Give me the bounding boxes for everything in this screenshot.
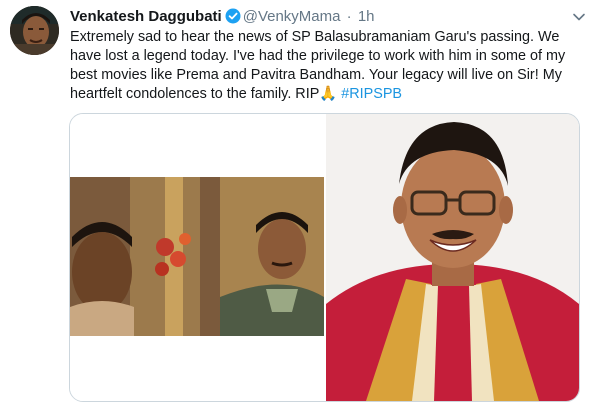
verified-badge-icon bbox=[225, 8, 241, 29]
hashtag-link[interactable]: #RIPSPB bbox=[341, 86, 402, 102]
film-still-image bbox=[70, 177, 324, 336]
author-name[interactable]: Venkatesh Daggubati bbox=[70, 8, 222, 25]
author-handle[interactable]: @VenkyMama bbox=[243, 8, 341, 25]
folded-hands-emoji: 🙏 bbox=[319, 86, 338, 102]
header-separator: · bbox=[346, 8, 352, 25]
tweet-text-main: Extremely sad to hear the news of SP Bal… bbox=[70, 29, 566, 102]
media-photo-portrait[interactable] bbox=[326, 114, 579, 401]
tweet-header: Venkatesh Daggubati @VenkyMama · 1h bbox=[70, 8, 375, 29]
tweet-timestamp[interactable]: 1h bbox=[358, 8, 375, 25]
chevron-down-icon[interactable] bbox=[572, 10, 586, 29]
tweet-text: Extremely sad to hear the news of SP Bal… bbox=[70, 28, 590, 104]
portrait-image bbox=[326, 114, 579, 401]
avatar[interactable] bbox=[10, 6, 59, 55]
media-photo-film-still[interactable] bbox=[70, 114, 324, 401]
avatar-image bbox=[10, 6, 59, 55]
media-grid bbox=[69, 113, 580, 402]
tweet-card[interactable]: Venkatesh Daggubati @VenkyMama · 1h Extre… bbox=[0, 0, 600, 402]
